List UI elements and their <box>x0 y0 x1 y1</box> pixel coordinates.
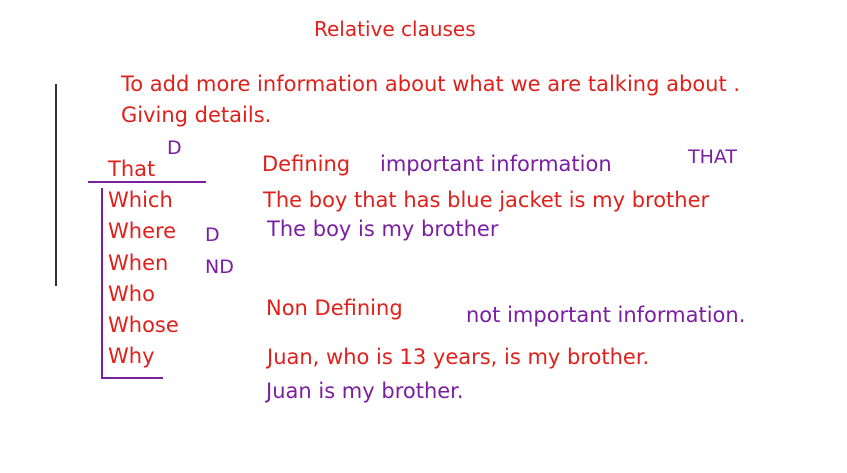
pronoun-which: Which <box>108 188 173 212</box>
non-defining-note: not important information. <box>466 303 746 327</box>
intro-line-1: To add more information about what we ar… <box>121 72 741 96</box>
non-defining-reduced: Juan is my brother. <box>266 379 464 403</box>
defining-note: important information <box>380 152 612 176</box>
pronoun-why: Why <box>108 344 155 368</box>
that-caps-annotation: THAT <box>688 146 738 168</box>
list-bracket-bottom <box>101 377 163 379</box>
pronoun-that: That <box>108 157 156 181</box>
non-defining-label: Non Defining <box>266 296 403 320</box>
defining-label: Defining <box>262 152 351 176</box>
margin-line <box>55 84 57 286</box>
nd-marker: ND <box>205 256 234 278</box>
defining-example: The boy that has blue jacket is my broth… <box>263 188 710 212</box>
d-marker: D <box>205 224 220 246</box>
defining-reduced: The boy is my brother <box>267 217 499 241</box>
list-bracket-vertical <box>101 188 103 378</box>
d-annotation-top: D <box>167 137 182 159</box>
that-underline <box>88 181 206 183</box>
pronoun-where: Where <box>108 219 177 243</box>
page-title: Relative clauses <box>314 17 476 41</box>
intro-line-2: Giving details. <box>121 103 272 127</box>
pronoun-who: Who <box>108 282 155 306</box>
pronoun-when: When <box>108 251 169 275</box>
non-defining-example: Juan, who is 13 years, is my brother. <box>267 345 650 369</box>
pronoun-whose: Whose <box>108 313 179 337</box>
